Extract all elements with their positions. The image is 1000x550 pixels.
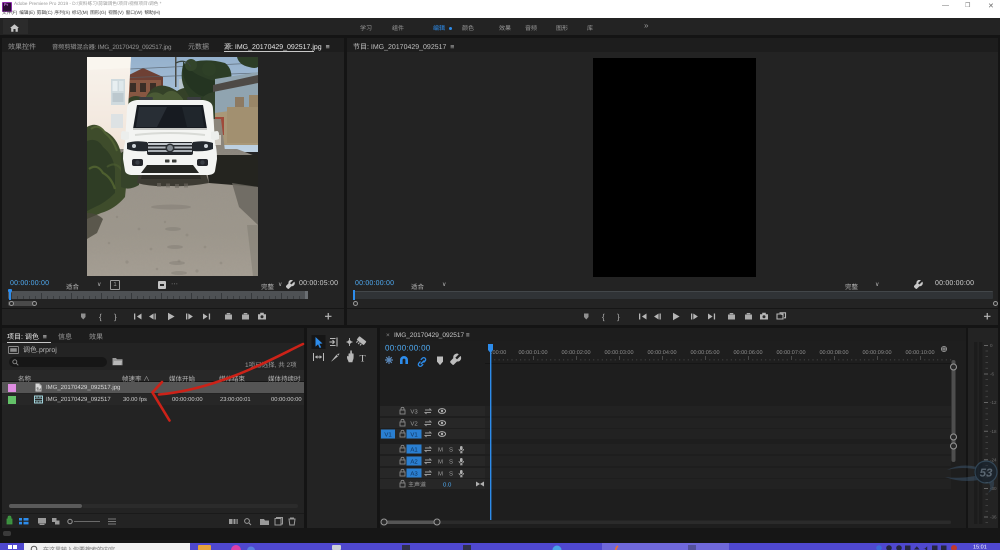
svg-text:-18: -18 xyxy=(990,429,997,434)
svg-text:00:00:05:00: 00:00:05:00 xyxy=(690,350,719,356)
svg-text:00:00:04:00: 00:00:04:00 xyxy=(647,350,676,356)
svg-text:-36: -36 xyxy=(990,515,997,520)
svg-text:M: M xyxy=(438,447,443,454)
svg-text:IMG_20170429_092517 ≡: IMG_20170429_092517 ≡ xyxy=(394,332,470,339)
svg-text:S: S xyxy=(449,447,453,454)
svg-text:×: × xyxy=(386,332,390,339)
svg-text:M: M xyxy=(438,459,443,466)
svg-text:S: S xyxy=(449,471,453,478)
svg-text:15:01: 15:01 xyxy=(973,545,987,550)
svg-text:A1: A1 xyxy=(410,447,418,454)
svg-text:V2: V2 xyxy=(410,421,418,428)
svg-text:00:00:00:00: 00:00:00:00 xyxy=(385,344,431,353)
svg-text:00:00:03:00: 00:00:03:00 xyxy=(604,350,633,356)
svg-text:V1: V1 xyxy=(410,432,418,439)
svg-text:}: } xyxy=(114,313,117,322)
svg-text:A2: A2 xyxy=(410,459,418,466)
svg-text:}: } xyxy=(617,313,620,322)
svg-text:00:00:01:00: 00:00:01:00 xyxy=(518,350,547,356)
svg-text:{: { xyxy=(602,313,605,322)
svg-text:A3: A3 xyxy=(410,471,418,478)
svg-text:S: S xyxy=(449,459,453,466)
svg-text:00:00:07:00: 00:00:07:00 xyxy=(776,350,805,356)
svg-text:-30: -30 xyxy=(990,486,997,491)
svg-text:00:00:02:00: 00:00:02:00 xyxy=(561,350,590,356)
svg-text:00:00:06:00: 00:00:06:00 xyxy=(733,350,762,356)
svg-text:00:00:10:00: 00:00:10:00 xyxy=(905,350,934,356)
svg-text::00:00: :00:00 xyxy=(491,350,506,356)
svg-text:T: T xyxy=(360,354,366,365)
svg-text:-24: -24 xyxy=(990,457,997,462)
svg-text:{: { xyxy=(99,313,102,322)
svg-text:00:00:08:00: 00:00:08:00 xyxy=(819,350,848,356)
svg-text:主声道: 主声道 xyxy=(408,481,426,489)
svg-text:0.0: 0.0 xyxy=(443,482,452,489)
svg-text:V1: V1 xyxy=(384,432,392,439)
svg-text:M: M xyxy=(438,471,443,478)
svg-text:00:00:09:00: 00:00:09:00 xyxy=(862,350,891,356)
svg-text:-12: -12 xyxy=(990,400,997,405)
svg-text:-6: -6 xyxy=(990,372,994,377)
svg-text:V3: V3 xyxy=(410,409,418,416)
